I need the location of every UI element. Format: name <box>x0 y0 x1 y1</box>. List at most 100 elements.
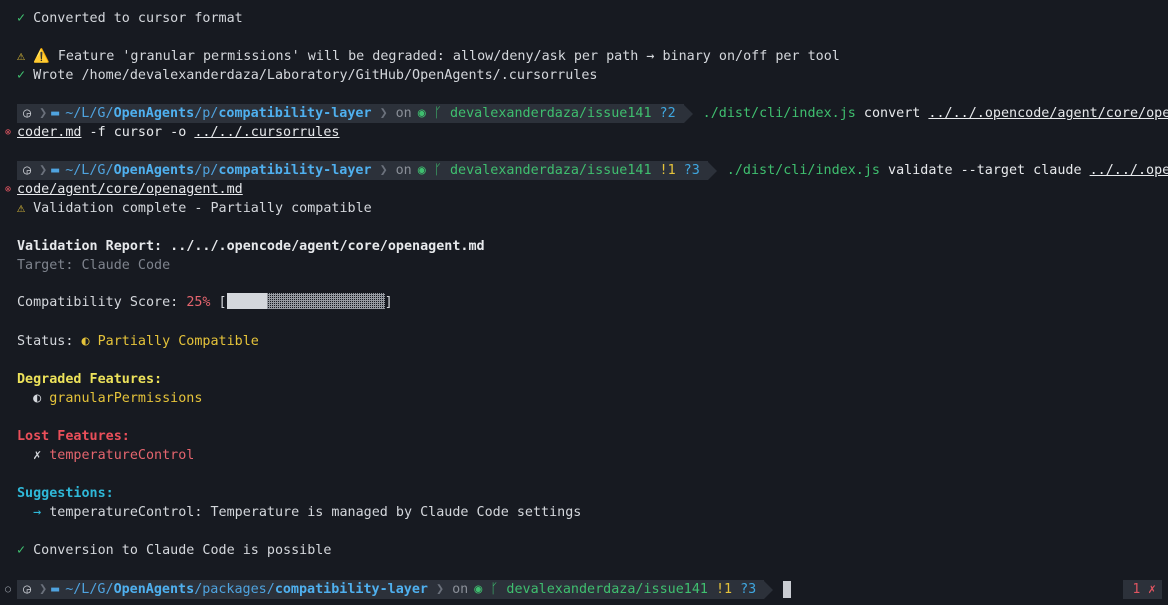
cross-icon: ✗ <box>33 448 42 463</box>
cross-icon: ✗ <box>1148 582 1156 597</box>
path-leaf: compatibility-layer <box>218 163 372 178</box>
check-icon: ✓ <box>17 543 26 558</box>
path-mid: /packages/ <box>194 582 275 597</box>
suggestions-heading: Suggestions: <box>17 486 114 501</box>
lost-heading: Lost Features: <box>17 429 130 444</box>
report-target: Target: Claude Code <box>17 258 171 273</box>
folder-icon: ▬ <box>51 582 60 597</box>
separator-icon: ❯ <box>35 104 52 123</box>
suggestion-item: → temperatureControl: Temperature is man… <box>17 503 581 522</box>
separator-icon: ❯ <box>35 580 52 599</box>
github-icon: ◉ ᚴ <box>417 106 450 121</box>
converted-text: Converted to cursor format <box>25 11 243 26</box>
error-gutter-icon: ⊗ <box>5 184 12 195</box>
os-icon: ◶ <box>17 161 36 180</box>
path-repo: OpenAgents <box>113 106 195 121</box>
wrapped-flags: -f cursor -o <box>81 125 195 140</box>
wrapped-arg: coder.md <box>17 125 82 140</box>
branch-name: devalexanderdaza/issue141 <box>449 163 652 178</box>
dirty-count: !1 <box>715 582 733 597</box>
os-icon: ◶ <box>17 104 36 123</box>
progress-bar-fill <box>226 293 267 309</box>
output-wrote-line: ✓ Wrote /home/devalexanderdaza/Laborator… <box>17 66 597 85</box>
command-args: validate --target claude <box>879 163 1090 178</box>
git-segment: on ◉ ᚴ devalexanderdaza/issue141 !1 ?3 <box>448 580 765 599</box>
command-line: ./dist/cli/index.js convert ../../.openc… <box>703 106 1168 121</box>
path-prefix: ~/L/G/ <box>65 163 114 178</box>
check-icon: ✓ <box>17 68 26 83</box>
output-converted-line: ✓ Converted to cursor format <box>17 9 243 28</box>
command-wrap-line-2: code/agent/core/openagent.md <box>17 180 243 199</box>
conversion-possible-line: ✓ Conversion to Claude Code is possible <box>17 541 331 560</box>
separator-icon: ❯ <box>432 580 449 599</box>
score-value: 25% <box>186 295 211 310</box>
progress-bar-empty <box>266 293 385 309</box>
warning-icon: ⚠ <box>17 49 26 64</box>
check-icon: ✓ <box>17 11 26 26</box>
directory-segment: ▬ ~/L/G/OpenAgents/p/compatibility-layer <box>51 161 376 180</box>
half-circle-icon: ◐ <box>81 334 90 349</box>
os-icon: ◶ <box>17 580 36 599</box>
bracket-close: ] <box>384 295 393 310</box>
wrapped-output-path: ../../.cursorrules <box>194 125 340 140</box>
arrow-right-icon: → <box>33 505 42 520</box>
git-segment: on ◉ ᚴ devalexanderdaza/issue141 !1 ?3 <box>391 161 708 180</box>
directory-segment: ▬ ~/L/G/OpenAgents/p/compatibility-layer <box>51 104 376 123</box>
status-value: Partially Compatible <box>89 334 259 349</box>
prompt-end-arrow <box>683 104 693 123</box>
score-line: Compatibility Score: 25% [] <box>17 293 393 312</box>
command-line: ./dist/cli/index.js validate --target cl… <box>727 163 1168 178</box>
prompt-end-arrow <box>764 580 774 599</box>
status-label: Status: <box>17 334 82 349</box>
github-icon: ◉ ᚴ <box>474 582 507 597</box>
suggestion-text: temperatureControl: Temperature is manag… <box>41 505 582 520</box>
validation-complete-text: Validation complete - Partially compatib… <box>25 201 372 216</box>
prompt-bar-3[interactable]: ◶ ❯ ▬ ~/L/G/OpenAgents/packages/compatib… <box>17 580 792 599</box>
exit-status-badge: 1 ✗ <box>1122 580 1162 599</box>
command-args: convert <box>855 106 929 121</box>
untracked-count: ?3 <box>740 582 757 597</box>
half-circle-icon: ◐ <box>33 391 42 406</box>
prompt-end-arrow <box>707 161 717 180</box>
error-gutter-icon: ⊗ <box>5 127 12 138</box>
path-leaf: compatibility-layer <box>218 106 372 121</box>
untracked-count: ?3 <box>683 163 700 178</box>
path-mid: /p/ <box>194 163 219 178</box>
exit-code: 1 <box>1132 582 1141 597</box>
github-icon: ◉ ᚴ <box>417 163 450 178</box>
command-wrap-line-1: coder.md -f cursor -o ../../.cursorrules <box>17 123 340 142</box>
command-name: ./dist/cli/index.js <box>726 163 880 178</box>
untracked-count: ?2 <box>659 106 676 121</box>
bracket-open: [ <box>210 295 227 310</box>
warning-icon: ⚠ <box>17 201 26 216</box>
status-line: Status: ◐ Partially Compatible <box>17 332 259 351</box>
output-warning-line: ⚠ ⚠️ Feature 'granular permissions' will… <box>17 47 840 66</box>
on-label: on <box>395 106 412 121</box>
dirty-count: !1 <box>659 163 676 178</box>
idle-gutter-icon: ○ <box>5 584 12 595</box>
command-path-arg: ../../.opencode/agent/core/ope <box>928 106 1168 121</box>
degraded-heading: Degraded Features: <box>17 372 163 387</box>
path-leaf: compatibility-layer <box>274 582 428 597</box>
report-title: Validation Report: ../../.opencode/agent… <box>17 239 485 254</box>
path-prefix: ~/L/G/ <box>65 582 114 597</box>
separator-icon: ❯ <box>375 104 392 123</box>
validation-complete-line: ⚠ Validation complete - Partially compat… <box>17 199 372 218</box>
path-prefix: ~/L/G/ <box>65 106 114 121</box>
path-repo: OpenAgents <box>113 582 195 597</box>
directory-segment: ▬ ~/L/G/OpenAgents/packages/compatibilit… <box>51 580 432 599</box>
separator-icon: ❯ <box>375 161 392 180</box>
degraded-item: ◐ granularPermissions <box>17 389 202 408</box>
git-segment: on ◉ ᚴ devalexanderdaza/issue141 ?2 <box>391 104 684 123</box>
folder-icon: ▬ <box>51 163 60 178</box>
folder-icon: ▬ <box>51 106 60 121</box>
score-label: Compatibility Score: <box>17 295 187 310</box>
degraded-item-text: granularPermissions <box>41 391 203 406</box>
on-label: on <box>395 163 412 178</box>
path-repo: OpenAgents <box>113 163 195 178</box>
command-path-arg: ../../.ope <box>1089 163 1168 178</box>
command-name: ./dist/cli/index.js <box>702 106 856 121</box>
input-cursor[interactable] <box>783 581 792 598</box>
lost-item: ✗ temperatureControl <box>17 446 194 465</box>
prompt-bar-1: ◶ ❯ ▬ ~/L/G/OpenAgents/p/compatibility-l… <box>17 104 1168 123</box>
